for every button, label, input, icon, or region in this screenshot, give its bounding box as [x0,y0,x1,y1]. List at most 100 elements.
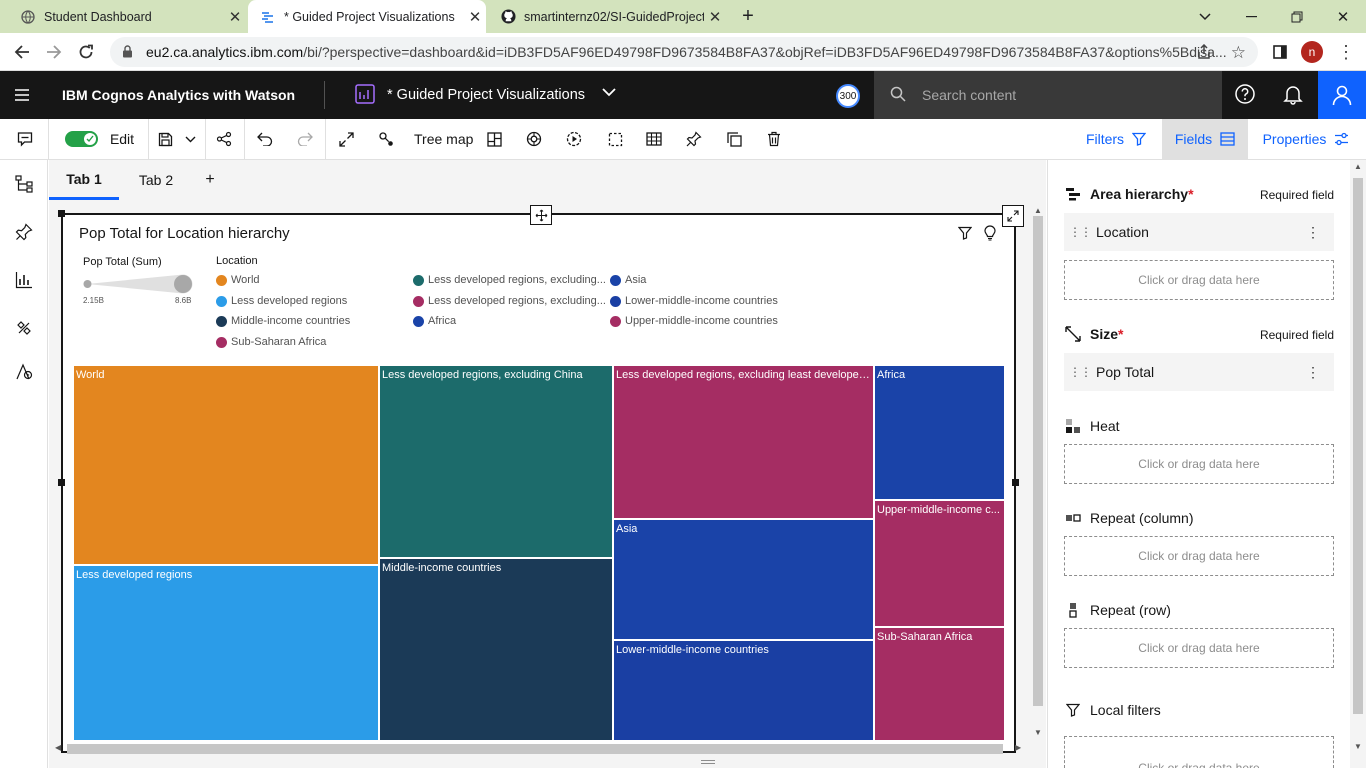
scroll-down-arrow-icon[interactable]: ▼ [1354,742,1362,751]
treemap-tile[interactable]: Asia [613,519,874,640]
scroll-up-arrow-icon[interactable]: ▲ [1034,206,1042,215]
resize-handle[interactable] [58,479,65,486]
drop-zone-local-filters[interactable]: Click or drag data here [1064,736,1334,768]
scroll-up-arrow-icon[interactable]: ▲ [1354,162,1362,171]
legend-item[interactable]: Less developed regions [216,295,347,307]
treemap-tile[interactable]: Upper-middle-income c... [874,500,1005,627]
restore-button[interactable] [1274,0,1320,33]
assistant-icon[interactable] [12,360,36,384]
comment-icon[interactable] [12,119,38,159]
scrollbar-thumb[interactable] [1353,178,1363,714]
tab-1[interactable]: Tab 1 [49,160,119,200]
overflow-menu-icon[interactable]: ⋮ [1306,364,1320,381]
share-icon[interactable] [1196,44,1212,60]
pop-total-field-chip[interactable]: ⋮⋮ Pop Total ⋮ [1064,353,1334,391]
browser-tab-github[interactable]: smartinternz02/SI-GuidedProject ✕ [488,0,726,33]
document-title[interactable]: * Guided Project Visualizations [387,87,585,103]
browser-tab-guided-project[interactable]: * Guided Project Visualizations ✕ [248,0,486,33]
close-icon[interactable]: ✕ [464,6,486,28]
redo-icon[interactable] [293,119,317,159]
duplicate-icon[interactable] [722,119,746,159]
minimize-button[interactable] [1228,0,1274,33]
splitter-grip[interactable] [701,760,715,764]
user-avatar-button[interactable] [1318,71,1366,119]
legend-item[interactable]: Asia [610,274,646,286]
filters-button[interactable]: Filters [1076,119,1156,159]
maximize-icon[interactable] [1002,205,1024,227]
tab-2[interactable]: Tab 2 [121,160,191,200]
close-window-button[interactable]: ✕ [1320,0,1366,33]
panel-scrollbar[interactable]: ▲ ▼ [1350,160,1366,768]
browser-menu-icon[interactable]: ⋮ [1332,38,1360,66]
horizontal-scrollbar[interactable]: ◀ ▶ [53,742,1025,756]
scrollbar-thumb[interactable] [67,744,1003,754]
legend-item[interactable]: Lower-middle-income countries [610,295,778,307]
notification-bell-icon[interactable] [1282,83,1306,107]
forward-arrow-icon[interactable] [40,38,68,66]
close-icon[interactable]: ✕ [704,6,726,28]
chevron-down-icon[interactable] [602,87,618,103]
add-tab-button[interactable]: + [199,160,221,200]
drop-zone-repeat-row[interactable]: Click or drag data here [1064,628,1334,668]
visualizations-icon[interactable] [12,268,36,292]
fields-button[interactable]: Fields [1162,119,1248,159]
address-bar[interactable]: eu2.ca.analytics.ibm.com/bi/?perspective… [110,37,1258,67]
drop-zone-heat[interactable]: Click or drag data here [1064,444,1334,484]
scrollbar-thumb[interactable] [1033,216,1043,706]
properties-button[interactable]: Properties [1256,119,1356,159]
location-field-chip[interactable]: ⋮⋮ Location ⋮ [1064,213,1334,251]
widgets-icon[interactable] [12,316,36,340]
overflow-menu-icon[interactable]: ⋮ [1306,224,1320,241]
resize-handle[interactable] [1012,479,1019,486]
treemap-tile[interactable]: Less developed regions, excluding least … [613,365,874,519]
hamburger-menu-icon[interactable] [12,85,34,105]
insight-bulb-icon[interactable] [984,225,996,241]
treemap-tile[interactable]: Less developed regions, excluding China [379,365,613,558]
select-region-icon[interactable] [603,119,627,159]
side-panel-icon[interactable] [1266,38,1294,66]
help-icon[interactable] [1234,83,1258,107]
scroll-left-arrow-icon[interactable]: ◀ [55,743,61,752]
palette-icon[interactable] [522,119,546,159]
table-icon[interactable] [642,119,666,159]
legend-item[interactable]: World [216,274,260,286]
data-flow-icon[interactable] [374,119,398,159]
scroll-down-arrow-icon[interactable]: ▼ [1034,728,1042,737]
move-handle-icon[interactable] [530,205,552,225]
undo-icon[interactable] [253,119,277,159]
drag-grip-icon[interactable]: ⋮⋮ [1064,225,1096,239]
drop-zone-area-hierarchy[interactable]: Click or drag data here [1064,260,1334,300]
treemap-widget[interactable]: Pop Total for Location hierarchy Pop Tot… [58,205,1024,753]
legend-item[interactable]: Africa [413,315,456,327]
viz-type-label[interactable]: Tree map [414,119,480,159]
treemap-tile[interactable]: Africa [874,365,1005,500]
pin-icon[interactable] [682,119,706,159]
back-arrow-icon[interactable] [8,38,36,66]
resize-handle[interactable] [58,210,65,217]
filter-icon[interactable] [958,226,972,240]
pin-icon[interactable] [12,220,36,244]
reload-icon[interactable] [72,38,100,66]
bookmark-star-icon[interactable]: ☆ [1231,43,1246,63]
notification-count-badge[interactable]: 300 [836,84,860,108]
legend-item[interactable]: Upper-middle-income countries [610,315,778,327]
treemap-tile[interactable]: Lower-middle-income countries [613,640,874,741]
chevron-down-icon[interactable] [180,119,200,159]
legend-item[interactable]: Sub-Saharan Africa [216,336,326,348]
navigation-tree-icon[interactable] [12,172,36,196]
legend-item[interactable]: Less developed regions, excluding... [413,295,606,307]
share-icon[interactable] [213,119,235,159]
search-input[interactable]: Search content [874,71,1222,119]
save-icon[interactable] [155,119,175,159]
tab-search-chevron-icon[interactable] [1182,0,1228,33]
close-icon[interactable]: ✕ [224,6,246,28]
drop-zone-repeat-column[interactable]: Click or drag data here [1064,536,1334,576]
profile-avatar[interactable]: n [1298,38,1326,66]
animation-icon[interactable] [562,119,586,159]
treemap-tile[interactable]: Less developed regions [73,565,379,741]
new-tab-button[interactable]: + [736,4,760,28]
legend-item[interactable]: Middle-income countries [216,315,350,327]
legend-item[interactable]: Less developed regions, excluding... [413,274,606,286]
edit-toggle[interactable] [64,119,98,159]
treemap-tile[interactable]: World [73,365,379,565]
